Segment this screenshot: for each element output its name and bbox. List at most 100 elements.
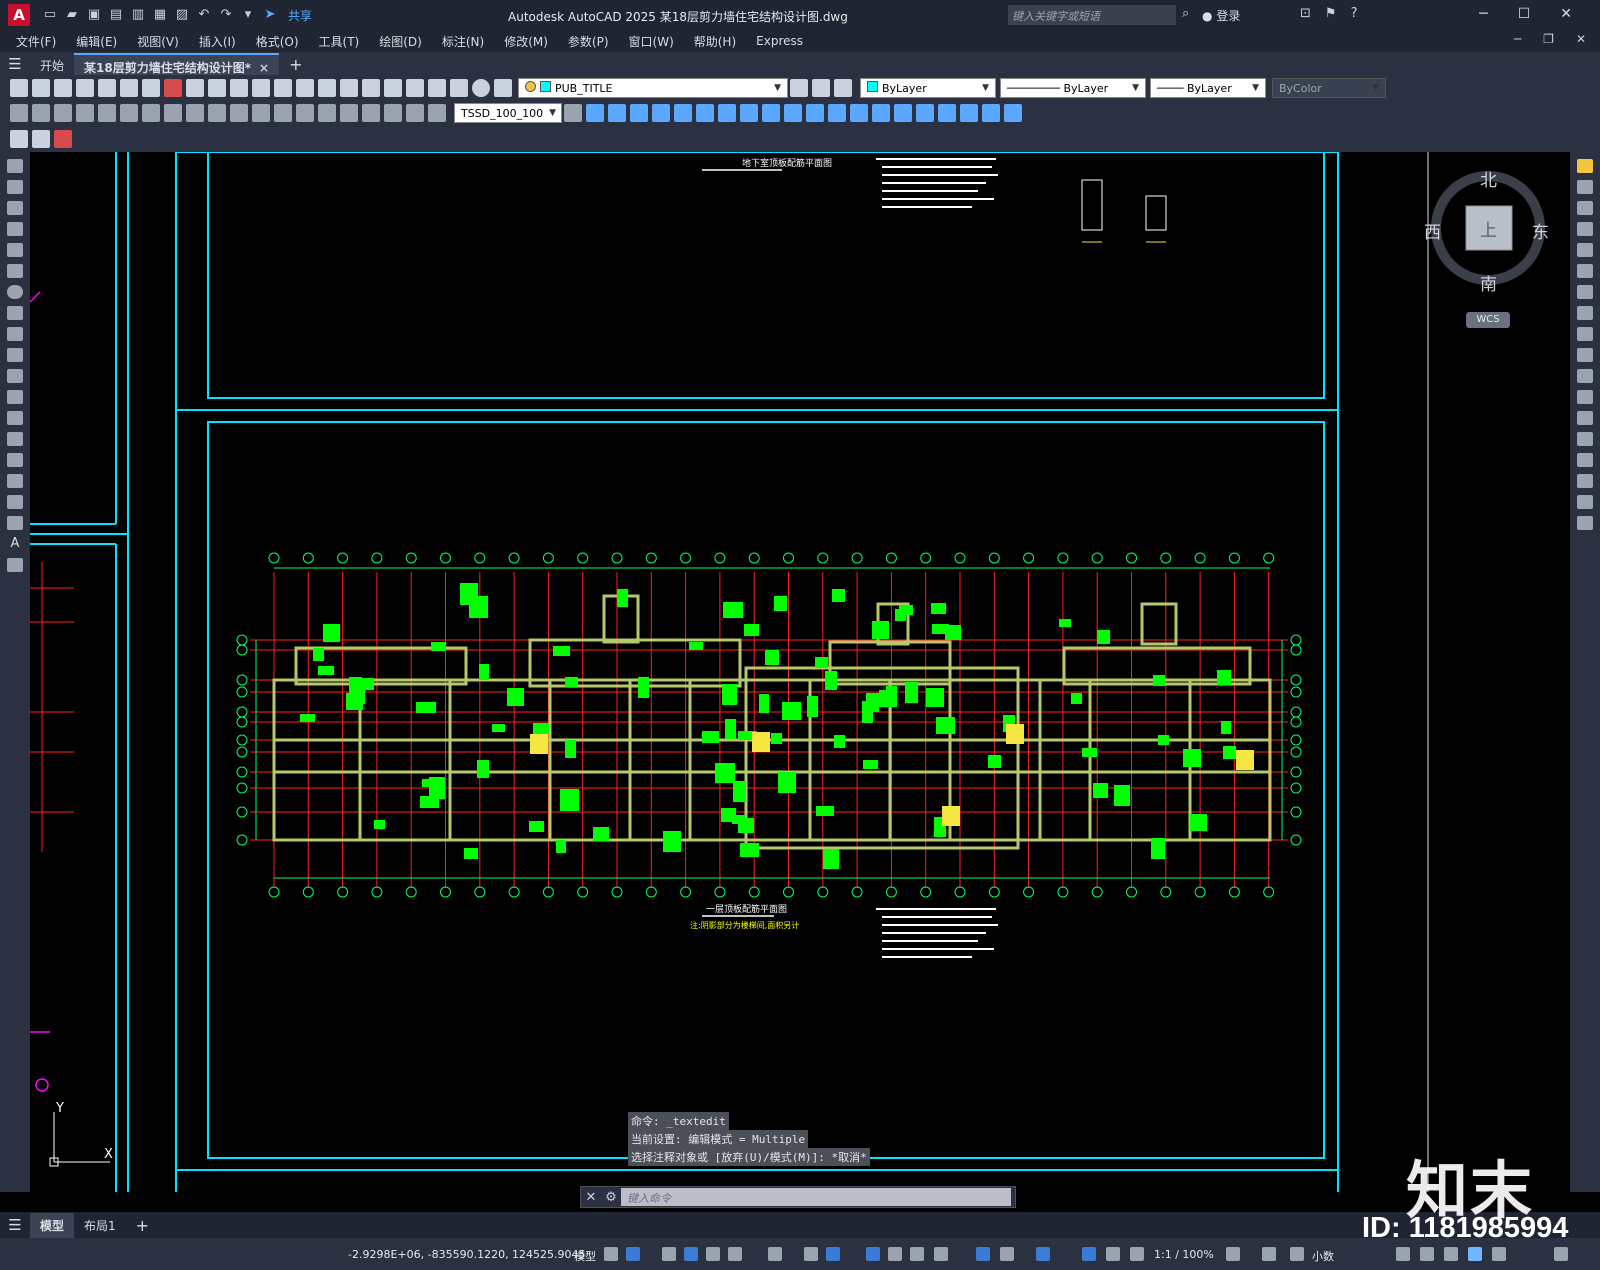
customize-icon[interactable]: ▾: [240, 7, 256, 23]
lineweight-dropdown[interactable]: ──── ByLayer ▼: [1150, 78, 1266, 98]
layout-menu-icon[interactable]: ☰: [0, 1216, 30, 1234]
view-manager-icon[interactable]: [894, 104, 912, 122]
walk-icon[interactable]: [960, 104, 978, 122]
color-dropdown[interactable]: ByLayer ▼: [860, 78, 996, 98]
annotation-visibility-icon[interactable]: [1082, 1247, 1096, 1261]
plot-toolbar-icon[interactable]: [76, 79, 94, 97]
help-toolbar-icon[interactable]: [472, 79, 490, 97]
blend-curves-icon[interactable]: [1577, 495, 1593, 509]
inspection-icon[interactable]: [340, 104, 358, 122]
ucs-face-icon[interactable]: [652, 104, 670, 122]
menu-file[interactable]: 文件(F): [16, 33, 56, 50]
layer-properties-icon[interactable]: [494, 79, 512, 97]
ordinate-dim-icon[interactable]: [76, 104, 94, 122]
annotation-scale-value[interactable]: 1:1 / 100%: [1154, 1248, 1214, 1261]
units-value[interactable]: 小数: [1312, 1248, 1334, 1264]
scale-icon[interactable]: [1577, 306, 1593, 320]
copy-object-icon[interactable]: [1577, 180, 1593, 194]
rectangle-icon[interactable]: [7, 243, 23, 257]
wcs-menu[interactable]: WCS: [1466, 312, 1510, 328]
doc-close-icon[interactable]: ✕: [1576, 32, 1586, 46]
radius-dim-icon[interactable]: [98, 104, 116, 122]
trim-icon[interactable]: [1577, 348, 1593, 362]
menu-format[interactable]: 格式(O): [256, 33, 299, 50]
continue-dim-icon[interactable]: [230, 104, 248, 122]
camera-icon[interactable]: [938, 104, 956, 122]
stretch-icon[interactable]: [1577, 327, 1593, 341]
3d-dwf-icon[interactable]: [142, 79, 160, 97]
tolerance-icon[interactable]: [296, 104, 314, 122]
tool-palettes-icon[interactable]: [428, 79, 446, 97]
linear-dim-icon[interactable]: [10, 104, 28, 122]
zoom-previous-icon[interactable]: [362, 79, 380, 97]
doc-minimize-icon[interactable]: ─: [1514, 32, 1521, 46]
annotation-scale-icon[interactable]: [1130, 1247, 1144, 1261]
add-layout-button[interactable]: +: [126, 1212, 159, 1239]
layer-states-icon[interactable]: [834, 79, 852, 97]
hardware-acceleration-icon[interactable]: [1420, 1247, 1434, 1261]
ucs-x-icon[interactable]: [784, 104, 802, 122]
menu-view[interactable]: 视图(V): [137, 33, 179, 50]
cut-icon[interactable]: [164, 79, 182, 97]
menu-help[interactable]: 帮助(H): [694, 33, 736, 50]
line-icon[interactable]: [7, 159, 23, 173]
ucs-previous-icon[interactable]: [630, 104, 648, 122]
maximize-icon[interactable]: ☐: [1518, 6, 1531, 22]
properties-icon[interactable]: [384, 79, 402, 97]
new-tab-button[interactable]: +: [289, 55, 302, 74]
named-ucs-icon[interactable]: [872, 104, 890, 122]
ucs-icon[interactable]: [586, 104, 604, 122]
break-icon[interactable]: [1577, 411, 1593, 425]
dim-text-edit-icon[interactable]: [406, 104, 424, 122]
dimstyle-dropdown[interactable]: TSSD_100_100 ▼: [454, 103, 562, 123]
ucs-origin-icon[interactable]: [718, 104, 736, 122]
dim-space-icon[interactable]: [252, 104, 270, 122]
open-icon[interactable]: [32, 79, 50, 97]
aligned-dim-icon[interactable]: [32, 104, 50, 122]
save-icon[interactable]: ▣: [86, 7, 102, 23]
isolate-objects-icon[interactable]: [1396, 1247, 1410, 1261]
save-as-icon[interactable]: ▤: [108, 7, 124, 23]
tab-model[interactable]: 模型: [30, 1212, 75, 1238]
ellipse-arc-icon[interactable]: [7, 369, 23, 383]
zoom-window-icon[interactable]: [340, 79, 358, 97]
compass-east[interactable]: 东: [1532, 218, 1549, 243]
arc-icon[interactable]: [7, 264, 23, 278]
copy-icon[interactable]: [186, 79, 204, 97]
diameter-dim-icon[interactable]: [142, 104, 160, 122]
fillet-icon[interactable]: [1577, 474, 1593, 488]
tab-start[interactable]: 开始: [30, 53, 74, 75]
open-web-icon[interactable]: ▥: [130, 7, 146, 23]
make-block-icon[interactable]: [7, 411, 23, 425]
ucs-y-icon[interactable]: [806, 104, 824, 122]
customize-command-icon[interactable]: ⚙: [601, 1190, 621, 1205]
table-icon[interactable]: [7, 516, 23, 530]
tab-close-icon[interactable]: ×: [259, 61, 269, 75]
compass-west[interactable]: 西: [1424, 218, 1441, 243]
calculator-icon[interactable]: [450, 79, 468, 97]
tab-document[interactable]: 某18层剪力墙住宅结构设计图* ×: [74, 53, 280, 75]
workspace-gear-icon[interactable]: [1226, 1247, 1240, 1261]
point-icon[interactable]: [7, 432, 23, 446]
menu-draw[interactable]: 绘图(D): [379, 33, 422, 50]
layer-dropdown[interactable]: PUB_TITLE ▼: [518, 78, 788, 98]
ellipse-icon[interactable]: [7, 348, 23, 362]
redo-toolbar-icon[interactable]: [274, 79, 292, 97]
join-icon[interactable]: [1577, 432, 1593, 446]
autodesk-app-icon[interactable]: ⚑: [1325, 6, 1337, 21]
graphics-performance-icon[interactable]: [1468, 1247, 1482, 1261]
login-button[interactable]: ● 登录: [1202, 7, 1240, 24]
help-icon[interactable]: ?: [1351, 6, 1358, 21]
block-editor-icon[interactable]: [10, 130, 28, 148]
ortho-icon[interactable]: [706, 1247, 720, 1261]
transparency-icon[interactable]: [888, 1247, 902, 1261]
arc-length-icon[interactable]: [54, 104, 72, 122]
ucs-3point-icon[interactable]: [762, 104, 780, 122]
viewcube[interactable]: 北 南 东 西 上: [1424, 166, 1549, 299]
3d-osnap-icon[interactable]: [934, 1247, 948, 1261]
angular-dim-icon[interactable]: [164, 104, 182, 122]
render-icon[interactable]: [1004, 104, 1022, 122]
close-icon[interactable]: ✕: [1560, 6, 1572, 22]
share-button[interactable]: 共享: [288, 7, 312, 24]
object-snap-icon[interactable]: [826, 1247, 840, 1261]
